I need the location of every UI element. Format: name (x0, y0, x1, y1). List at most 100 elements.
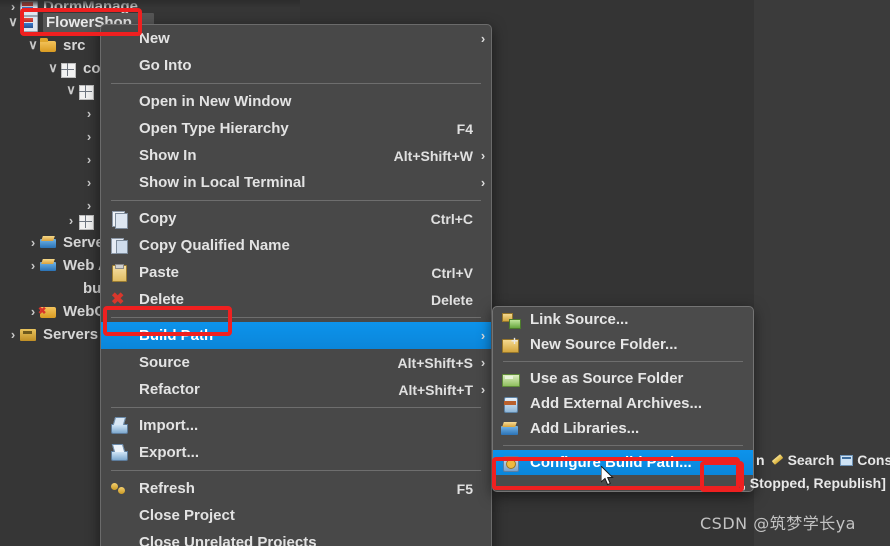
project-context-menu[interactable]: New›Go Into› Open in New Window›Open Type… (100, 24, 492, 546)
lib-icon (40, 258, 57, 273)
menu-separator (111, 470, 481, 471)
menu-item-accelerator: Alt+Shift+W (393, 147, 473, 164)
tree-item-label: Serve (63, 233, 104, 251)
menu-item-label: Source (139, 354, 190, 371)
chevron-right-icon: › (480, 175, 486, 190)
refresh-icon (109, 480, 129, 497)
menu-item-refresh[interactable]: RefreshF5› (101, 475, 491, 502)
chevron-right-icon[interactable]: › (26, 258, 40, 273)
menu-item-import[interactable]: Import...› (101, 412, 491, 439)
chevron-right-icon[interactable]: › (26, 235, 40, 250)
menu-item-label: Close Unrelated Projects (139, 534, 317, 546)
menu-item-refactor[interactable]: Refactor Alt+Shift+T › (101, 376, 491, 403)
menu-item-label: Add External Archives... (530, 395, 703, 412)
eclipse-ide-screenshot: ›DormManage∨FlowerShop∨src∨com∨›››››››Se… (0, 0, 890, 546)
tree-item-web-a[interactable]: › Web A (26, 253, 109, 277)
tree-item-6[interactable]: › (82, 124, 96, 148)
chevron-down-icon[interactable]: ∨ (46, 60, 60, 76)
menu-item-delete[interactable]: DeleteDelete› (101, 286, 491, 313)
link-icon (501, 312, 521, 329)
view-tab-strip[interactable]: n Search Cons (756, 448, 890, 472)
menu-item-label: Configure Build Path... (530, 454, 692, 471)
menu-item-configure-build-path[interactable]: Configure Build Path... (493, 450, 753, 475)
chevron-right-icon: › (480, 382, 486, 397)
menu-item-icon-placeholder (109, 30, 129, 47)
chevron-right-icon[interactable]: › (82, 175, 96, 190)
menu-item-icon-placeholder (109, 354, 129, 371)
proj-icon (20, 15, 38, 32)
menu-item-label: Import... (139, 417, 199, 434)
menu-item-icon-placeholder (109, 381, 129, 398)
tree-item-webc[interactable]: ›WebC (26, 299, 105, 323)
tree-item-4[interactable]: ∨ (64, 78, 101, 102)
tree-item-label: src (63, 36, 86, 54)
menu-item-icon-placeholder (109, 147, 129, 164)
chevron-right-icon: › (480, 148, 486, 163)
tree-item-7[interactable]: › (82, 147, 96, 171)
menu-item-icon-placeholder (109, 93, 129, 110)
menu-item-source[interactable]: Source Alt+Shift+S › (101, 349, 491, 376)
view-tab-label: n (756, 452, 765, 468)
pkg-icon (78, 83, 95, 100)
menu-item-icon-placeholder (109, 534, 129, 546)
menu-item-paste[interactable]: PasteCtrl+V› (101, 259, 491, 286)
menu-item-icon-placeholder (109, 174, 129, 191)
chevron-right-icon: › (480, 328, 486, 343)
copy-icon (109, 210, 129, 229)
menu-item-add-external-archives[interactable]: Add External Archives... (493, 391, 753, 416)
menu-item-add-libraries[interactable]: Add Libraries... (493, 416, 753, 441)
chevron-down-icon[interactable]: ∨ (26, 37, 40, 53)
menu-item-go-into[interactable]: Go Into› (101, 52, 491, 79)
menu-item-label: Delete (139, 291, 185, 308)
menu-item-use-as-source-folder[interactable]: Use as Source Folder (493, 366, 753, 391)
menu-item-export[interactable]: Export...› (101, 439, 491, 466)
tree-item-5[interactable]: › (82, 101, 96, 125)
menu-item-accelerator: F5 (456, 480, 473, 497)
paste-icon (109, 264, 129, 282)
newsrc-icon (501, 334, 520, 353)
menu-item-copy[interactable]: CopyCtrl+C› (101, 205, 491, 232)
build-path-submenu[interactable]: Link Source... New Source Folder... Use as… (492, 306, 754, 492)
menu-item-link-source[interactable]: Link Source... (493, 307, 753, 332)
chevron-right-icon[interactable]: › (82, 152, 96, 167)
menu-item-open-type-hierarchy[interactable]: Open Type HierarchyF4› (101, 115, 491, 142)
chevron-down-icon[interactable]: ∨ (64, 82, 78, 98)
menu-item-new-source-folder[interactable]: New Source Folder... (493, 332, 753, 357)
folder-icon (40, 37, 57, 53)
pkg-icon (78, 213, 95, 230)
tree-item-10[interactable]: › (64, 208, 101, 232)
chevron-down-icon[interactable]: ∨ (6, 14, 20, 30)
menu-separator (503, 361, 743, 362)
menu-item-accelerator: Ctrl+C (430, 210, 473, 227)
menu-item-new[interactable]: New › (101, 25, 491, 52)
tree-item-src[interactable]: ∨ src (26, 33, 86, 57)
export-icon (109, 444, 129, 461)
tree-item-servers[interactable]: › Servers (6, 322, 98, 346)
menu-item-icon-placeholder (109, 57, 129, 74)
menu-item-accelerator: Alt+Shift+S (397, 354, 473, 371)
chevron-right-icon[interactable]: › (6, 327, 20, 342)
menu-item-close-project[interactable]: Close Project› (101, 502, 491, 529)
view-tab-search[interactable]: Search (771, 452, 835, 468)
menu-item-show-in-local-terminal[interactable]: Show in Local Terminal › (101, 169, 491, 196)
menu-item-label: Show in Local Terminal (139, 174, 306, 191)
chevron-right-icon[interactable]: › (82, 106, 96, 121)
usesrc-icon (501, 371, 520, 387)
menu-item-build-path[interactable]: Build Path › (101, 322, 491, 349)
menu-separator (111, 200, 481, 201)
chevron-right-icon: › (480, 355, 486, 370)
menu-item-open-in-new-window[interactable]: Open in New Window› (101, 88, 491, 115)
view-tab-n[interactable]: n (756, 452, 765, 468)
menu-item-close-unrelated-projects[interactable]: Close Unrelated Projects› (101, 529, 491, 546)
chevron-right-icon[interactable]: › (64, 213, 78, 228)
menu-item-icon-placeholder (109, 507, 129, 524)
copyq-icon (109, 237, 129, 254)
menu-item-show-in[interactable]: Show In Alt+Shift+W › (101, 142, 491, 169)
tree-item-label: WebC (63, 302, 106, 320)
view-tab-cons[interactable]: Cons (840, 452, 890, 468)
tree-item-8[interactable]: › (82, 170, 96, 194)
chevron-right-icon[interactable]: › (82, 129, 96, 144)
menu-separator (111, 407, 481, 408)
menu-item-copy-qualified-name[interactable]: Copy Qualified Name› (101, 232, 491, 259)
tree-item-serve[interactable]: › Serve (26, 230, 104, 254)
